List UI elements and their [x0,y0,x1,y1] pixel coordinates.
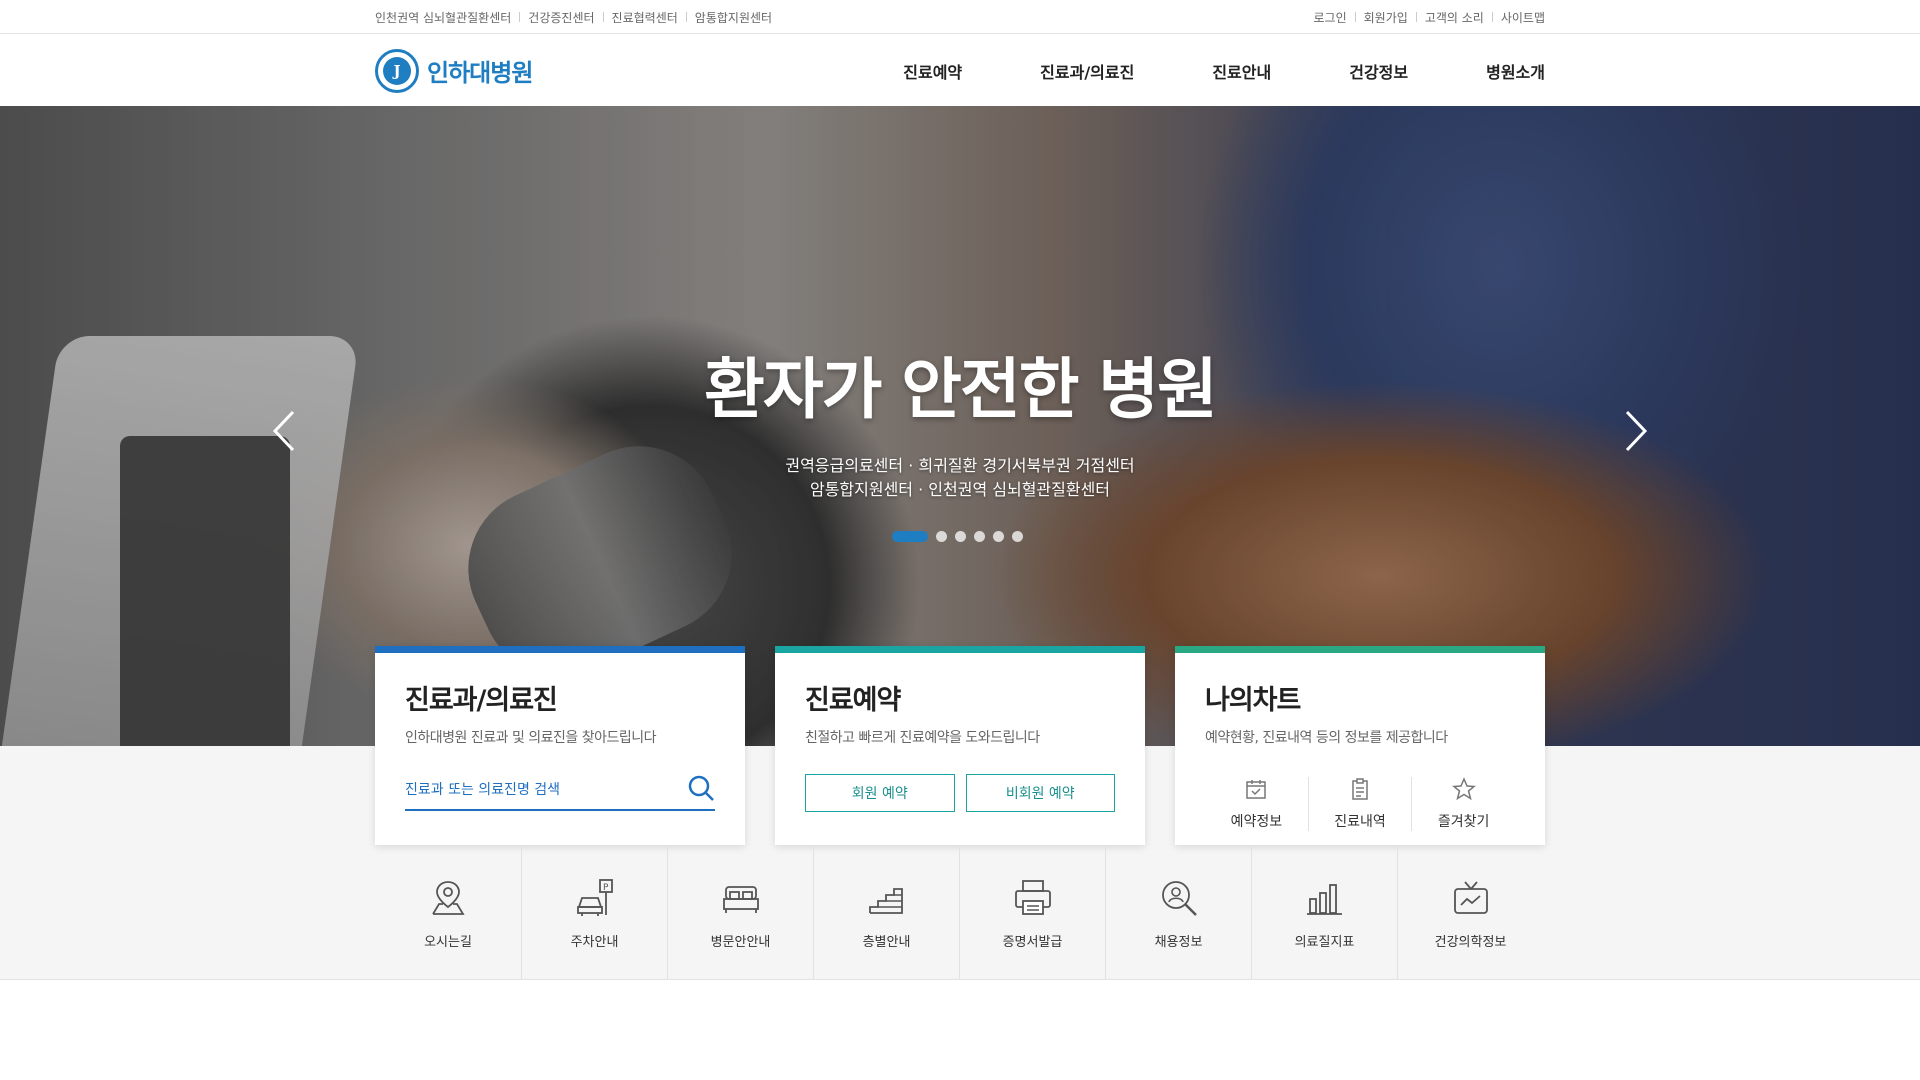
quick-quality-index[interactable]: 의료질지표 [1251,846,1397,980]
nav-departments[interactable]: 진료과/의료진 [1040,59,1134,83]
mychart-item-label: 예약정보 [1230,814,1283,830]
slide-dot-5[interactable] [993,531,1004,542]
quick-menu-label: 층별안내 [862,934,911,950]
guest-reservation-button[interactable]: 비회원 예약 [965,774,1115,812]
doctor-search [405,771,715,811]
mychart-links: 예약정보 진료내역 즐겨찾기 [1205,777,1515,831]
quick-menu-label: 주차안내 [570,934,619,950]
search-person-icon [1158,877,1200,923]
quick-certificates[interactable]: 증명서발급 [959,846,1105,980]
slide-prev-icon[interactable] [265,406,305,456]
member-links: 로그인 회원가입 고객의 소리 사이트맵 [1314,9,1545,26]
quick-menu: 오시는길 P 주차안내 병문안안내 층별안내 증명서발급 채용정보 의료질지표 [375,846,1545,980]
slide-dot-3[interactable] [955,531,966,542]
main-nav: 진료예약 진료과/의료진 진료안내 건강정보 병원소개 [825,59,1545,83]
mychart-history-link[interactable]: 진료내역 [1307,777,1412,831]
slide-dot-1[interactable] [892,531,928,542]
customer-voice-link[interactable]: 고객의 소리 [1408,9,1484,26]
card-accent-bar [775,646,1145,653]
util-link-health-center[interactable]: 건강증진센터 [511,9,594,26]
logo[interactable]: J 인하대병원 [375,48,533,93]
card-accent-bar [1175,646,1545,653]
slide-dot-6[interactable] [1012,531,1023,542]
doctor-search-input[interactable] [405,782,665,798]
reservation-card-desc: 친절하고 빠르게 진료예약을 도와드립니다 [805,730,1040,746]
util-link-cancer-center[interactable]: 암통합지원센터 [678,9,772,26]
parking-car-icon: P [574,877,616,923]
reservation-card-title[interactable]: 진료예약 [805,678,1115,717]
star-icon [1451,777,1476,805]
calendar-check-icon [1244,777,1268,805]
nav-about[interactable]: 병원소개 [1486,59,1545,83]
quick-health-info[interactable]: 건강의학정보 [1397,846,1543,980]
quick-parking[interactable]: P 주차안내 [521,846,667,980]
util-link-cardio-center[interactable]: 인천권역 심뇌혈관질환센터 [375,9,511,26]
mychart-item-label: 즐겨찾기 [1437,814,1490,830]
quick-directions[interactable]: 오시는길 [375,846,521,980]
login-link[interactable]: 로그인 [1314,9,1347,26]
stairs-icon [866,877,908,923]
doctors-card: 진료과/의료진 인하대병원 진료과 및 의료진을 찾아드립니다 [375,646,745,845]
svg-text:P: P [603,883,609,893]
mychart-item-label: 진료내역 [1334,814,1386,830]
mychart-reservation-link[interactable]: 예약정보 [1205,777,1308,831]
member-reservation-button[interactable]: 회원 예약 [805,774,955,812]
slide-pagination [892,531,1023,542]
card-accent-bar [375,646,745,653]
quick-menu-label: 증명서발급 [1002,934,1063,950]
mychart-favorites-link[interactable]: 즐겨찾기 [1411,777,1515,831]
family-site-links: 인천권역 심뇌혈관질환센터 건강증진센터 진료협력센터 암통합지원센터 [375,9,772,26]
utility-bar: 인천권역 심뇌혈관질환센터 건강증진센터 진료협력센터 암통합지원센터 로그인 … [0,0,1920,34]
hospital-emblem-icon: J [375,48,419,93]
util-link-referral-center[interactable]: 진료협력센터 [595,9,678,26]
quick-menu-label: 병문안안내 [710,934,771,950]
mychart-card: 나의차트 예약현황, 진료내역 등의 정보를 제공합니다 예약정보 진료내역 즐… [1175,646,1545,845]
doctors-card-title[interactable]: 진료과/의료진 [405,678,715,717]
doctors-card-desc: 인하대병원 진료과 및 의료진을 찾아드립니다 [405,730,657,746]
nav-guide[interactable]: 진료안내 [1212,59,1271,83]
hero-subtitle-line2: 암통합지원센터 · 인천권역 심뇌혈관질환센터 [809,480,1111,499]
quick-recruit[interactable]: 채용정보 [1105,846,1251,980]
mychart-card-desc: 예약현황, 진료내역 등의 정보를 제공합니다 [1205,730,1448,746]
quick-menu-label: 의료질지표 [1294,934,1355,950]
quick-menu-label: 채용정보 [1154,934,1203,950]
bar-chart-icon [1304,877,1346,923]
reservation-card: 진료예약 친절하고 빠르게 진료예약을 도와드립니다 회원 예약 비회원 예약 [775,646,1145,845]
tv-health-icon [1450,877,1492,923]
mychart-card-title[interactable]: 나의차트 [1205,678,1515,717]
quick-floor-guide[interactable]: 층별안내 [813,846,959,980]
printer-icon [1012,877,1054,923]
search-icon[interactable] [687,774,715,806]
nav-reservation[interactable]: 진료예약 [903,59,962,83]
bed-icon [720,877,762,923]
nav-health-info[interactable]: 건강정보 [1349,59,1408,83]
slide-next-icon[interactable] [1615,406,1655,456]
map-pin-icon [427,877,469,923]
sitemap-link[interactable]: 사이트맵 [1484,9,1545,26]
site-header: J 인하대병원 진료예약 진료과/의료진 진료안내 건강정보 병원소개 [0,35,1920,106]
signup-link[interactable]: 회원가입 [1347,9,1408,26]
slide-dot-4[interactable] [974,531,985,542]
logo-text: 인하대병원 [427,59,533,87]
slide-dot-2[interactable] [936,531,947,542]
reservation-buttons: 회원 예약 비회원 예약 [805,774,1115,812]
quick-menu-label: 오시는길 [424,934,472,950]
quick-visitation[interactable]: 병문안안내 [667,846,813,980]
clipboard-icon [1348,777,1372,805]
quick-menu-label: 건강의학정보 [1434,934,1507,950]
